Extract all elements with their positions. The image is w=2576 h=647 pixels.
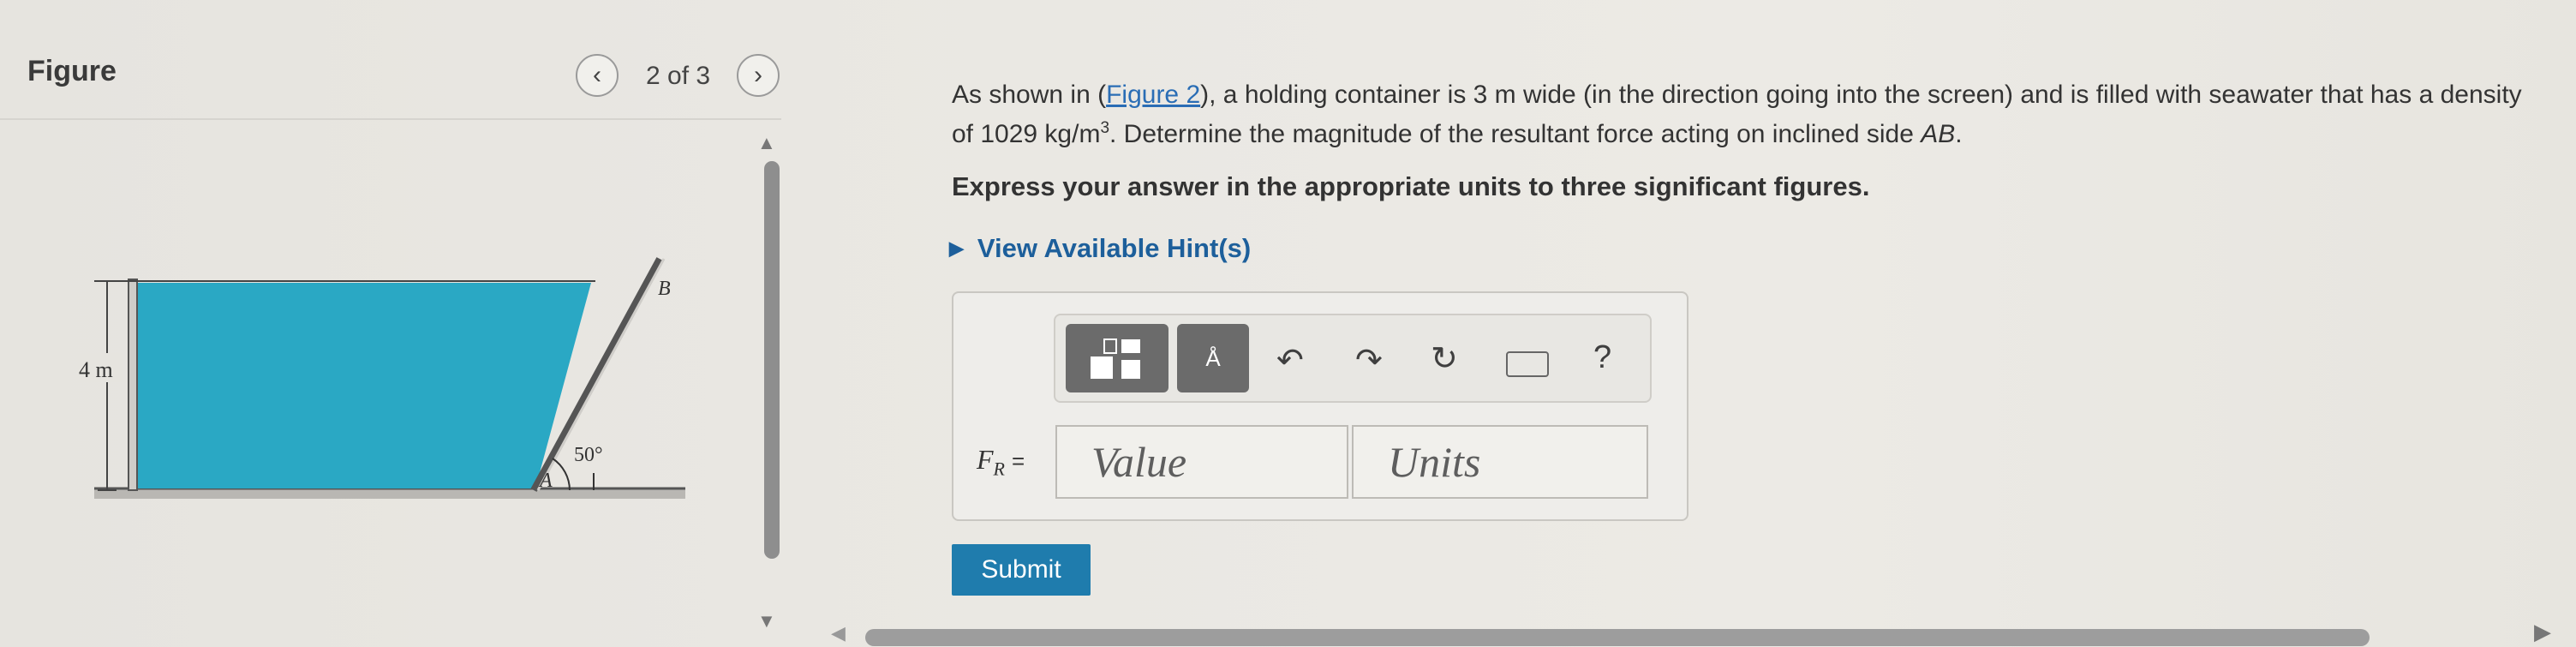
help-button[interactable]: ? <box>1593 339 1611 376</box>
horizontal-scrollbar[interactable] <box>865 629 2370 646</box>
template-grid-icon <box>1091 338 1140 379</box>
scroll-right-arrow-icon[interactable]: ▶ <box>2534 619 2551 645</box>
answer-instruction: Express your answer in the appropriate u… <box>952 171 1870 201</box>
answer-variable-label: FR = <box>977 444 1025 480</box>
chevron-left-icon: ‹ <box>593 61 601 89</box>
figure-header-divider <box>0 118 781 120</box>
point-b-label: B <box>658 278 671 300</box>
figure-title: Figure <box>27 55 117 87</box>
depth-label: 4 m <box>79 357 113 382</box>
container-diagram: 4 m 50° A B <box>77 257 685 499</box>
scroll-down-arrow-icon[interactable]: ▼ <box>757 610 776 632</box>
problem-statement: As shown in (Figure 2), a holding contai… <box>952 81 2522 148</box>
hints-label: View Available Hint(s) <box>977 233 1252 263</box>
value-input[interactable] <box>1055 425 1348 499</box>
vertical-scrollbar-thumb[interactable] <box>764 161 780 559</box>
templates-button[interactable] <box>1066 324 1168 392</box>
units-button[interactable]: Å <box>1177 324 1249 392</box>
keyboard-icon[interactable] <box>1506 351 1549 377</box>
point-a-label: A <box>538 470 553 492</box>
unit-exponent: 3 <box>1100 119 1110 137</box>
redo-icon[interactable]: ↷ <box>1355 341 1383 380</box>
previous-figure-button[interactable]: ‹ <box>576 54 619 97</box>
undo-icon[interactable]: ↶ <box>1276 341 1304 380</box>
next-figure-button[interactable]: › <box>737 54 780 97</box>
figure-link[interactable]: Figure 2 <box>1106 81 1200 109</box>
reset-icon[interactable]: ↻ <box>1431 339 1458 378</box>
scroll-left-arrow-icon[interactable]: ◀ <box>831 622 846 644</box>
triangle-right-icon: ▶ <box>949 237 964 259</box>
angle-label: 50° <box>574 444 603 466</box>
left-wall <box>128 279 138 491</box>
submit-button[interactable]: Submit <box>952 544 1091 596</box>
units-input[interactable] <box>1352 425 1648 499</box>
figure-page-counter: 2 of 3 <box>646 62 711 90</box>
ground-shadow <box>94 488 685 499</box>
angle-arc <box>552 458 571 491</box>
scroll-up-arrow-icon[interactable]: ▲ <box>757 132 776 154</box>
seawater-region <box>135 283 591 488</box>
chevron-right-icon: › <box>754 61 762 89</box>
side-name: AB <box>1921 120 1956 148</box>
angstrom-units-icon: Å <box>1205 344 1221 371</box>
view-hints-toggle[interactable]: ▶ View Available Hint(s) <box>949 233 1251 264</box>
